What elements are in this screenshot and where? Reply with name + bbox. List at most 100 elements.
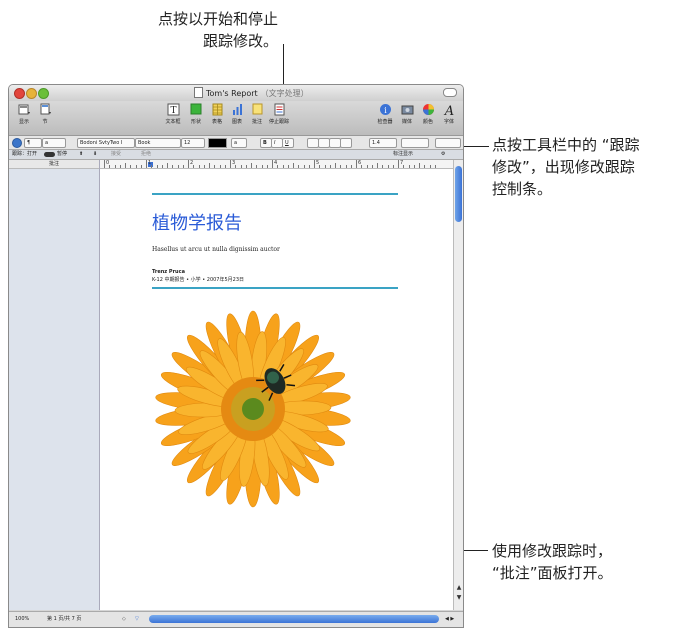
- ruler-tick: [413, 165, 415, 168]
- document-subtitle[interactable]: Hasellus ut arcu ut nulla dignissim auct…: [152, 246, 280, 253]
- ruler-tick: [214, 165, 216, 168]
- ruler-tick: [245, 165, 247, 168]
- fonts-label: 字体: [443, 119, 454, 125]
- minimize-button[interactable]: [26, 88, 37, 99]
- close-button[interactable]: [14, 88, 25, 99]
- ruler-tick: [256, 165, 258, 168]
- ruler-tick: [382, 165, 384, 168]
- callout-line: 点按以开始和停止: [157, 10, 278, 28]
- document-title[interactable]: 植物学报告: [152, 209, 242, 235]
- ruler-tick: [224, 165, 226, 168]
- ruler-tick: [140, 165, 142, 168]
- ruler-tick: [287, 165, 289, 168]
- ruler-tick: [161, 165, 163, 168]
- track-changes-bar: 跟踪：打开 暂停 ⬆ ⬇ 接受 拒绝 标注显示 ⚙: [9, 150, 463, 160]
- highlight-color-well[interactable]: a: [231, 138, 247, 148]
- reject-change-button[interactable]: 拒绝: [141, 150, 151, 159]
- paragraph-style-popup[interactable]: ¶: [24, 138, 42, 148]
- horizontal-ruler[interactable]: 01234567: [100, 160, 453, 169]
- styles-drawer-button[interactable]: [12, 138, 22, 148]
- zoom-button[interactable]: [38, 88, 49, 99]
- sections-button[interactable]: 节: [33, 103, 57, 125]
- svg-text:T: T: [170, 106, 176, 116]
- ruler-tick: [182, 165, 184, 168]
- document-meta[interactable]: K-12 中期报告 • 小学 • 2007年5月23日: [152, 276, 244, 283]
- text-color-well[interactable]: [208, 138, 227, 148]
- markup-view-popup[interactable]: 标注显示: [393, 150, 413, 159]
- top-rule: [152, 193, 398, 195]
- ruler-tick: [324, 165, 326, 168]
- ruler-tick: [434, 165, 436, 168]
- ruler-tick: [114, 165, 116, 168]
- callout-line: 使用修改跟踪时，: [492, 542, 613, 560]
- ruler-tick: [350, 165, 352, 168]
- bottom-rule: [152, 287, 398, 289]
- font-family-popup[interactable]: Bodoni SvtyTwo I: [77, 138, 135, 148]
- ruler-tick: [261, 165, 263, 168]
- flower-image[interactable]: [153, 309, 353, 509]
- inspector-button[interactable]: i 检查器: [373, 103, 397, 125]
- document-page[interactable]: 植物学报告 Hasellus ut arcu ut nulla dignissi…: [100, 169, 453, 610]
- vertical-scroll-thumb[interactable]: [455, 166, 462, 222]
- underline-button[interactable]: U: [282, 138, 294, 148]
- previous-change-icon[interactable]: ⬆: [79, 150, 83, 159]
- callout-line: 点按工具栏中的 “跟踪: [492, 136, 640, 154]
- callout-line: 跟踪修改。: [202, 32, 278, 50]
- format-bar: ¶ a Bodoni SvtyTwo I Book 12 a B I U 1.4: [9, 136, 463, 150]
- ruler-tick: [403, 165, 405, 168]
- textbox-label: 文本框: [165, 119, 181, 125]
- columns-popup[interactable]: [401, 138, 429, 148]
- ruler-tick: [424, 165, 426, 168]
- scroll-down-arrow-icon[interactable]: ▼: [454, 594, 463, 602]
- ruler-tick: [188, 160, 189, 168]
- svg-text:i: i: [384, 106, 387, 115]
- ruler-tick: [319, 165, 321, 168]
- gear-icon[interactable]: ⚙: [441, 150, 445, 159]
- color-wheel-icon: [422, 104, 434, 115]
- scroll-right-arrow-icon[interactable]: ◀ ▶: [445, 612, 454, 626]
- toolbar-toggle-button[interactable]: [443, 88, 457, 97]
- ruler-tick: [203, 165, 205, 168]
- comments-pane-header: 批注: [9, 160, 99, 169]
- font-style-popup[interactable]: Book: [135, 138, 181, 148]
- scroll-left-arrow-icon[interactable]: ▽: [135, 612, 139, 626]
- info-icon: i: [379, 104, 391, 115]
- track-changes-icon: [274, 103, 284, 116]
- ruler-tick: [240, 165, 242, 168]
- next-change-icon[interactable]: ⬇: [93, 150, 97, 159]
- document-icon: [194, 87, 203, 98]
- ruler-tick: [251, 163, 252, 168]
- document-author[interactable]: Trenz Pruca: [152, 269, 185, 275]
- horizontal-scroll-thumb[interactable]: [149, 615, 439, 623]
- justify-button[interactable]: [340, 138, 352, 148]
- comments-button[interactable]: 批注: [245, 103, 269, 125]
- textbox-button[interactable]: T 文本框: [161, 103, 185, 125]
- fonts-icon: A: [443, 104, 453, 116]
- ruler-tick: [235, 165, 237, 168]
- page-thumbnail-icon[interactable]: ◇: [122, 612, 126, 626]
- ruler-tick: [193, 165, 195, 168]
- scroll-up-arrow-icon[interactable]: ▲: [454, 584, 463, 592]
- ruler-tick: [398, 160, 399, 168]
- ruler-tick: [371, 165, 373, 168]
- ruler-tick: [198, 165, 200, 168]
- title-bar: Tom's Report （文字处理）: [9, 85, 463, 101]
- ruler-tick: [392, 165, 394, 168]
- comments-label: 批注: [251, 119, 262, 125]
- ruler-tick: [272, 160, 273, 168]
- zoom-popup[interactable]: 100%: [15, 612, 29, 626]
- font-size-field[interactable]: 12: [181, 138, 205, 148]
- character-style-popup[interactable]: a: [42, 138, 66, 148]
- stop-tracking-button[interactable]: 停止跟踪: [267, 103, 291, 125]
- status-bar: 100% 第 1 页/共 7 页 ◇ ▽ ◀ ▶: [9, 611, 463, 627]
- pause-tracking-toggle[interactable]: [44, 152, 55, 157]
- fonts-button[interactable]: A 字体: [437, 103, 461, 125]
- window-title-text: Tom's Report: [206, 89, 258, 98]
- line-spacing-popup[interactable]: 1.4: [369, 138, 397, 148]
- list-style-popup[interactable]: [435, 138, 461, 148]
- vertical-scrollbar[interactable]: ▲ ▼: [453, 160, 463, 610]
- comments-pane: 批注: [9, 160, 100, 610]
- ruler-tick: [308, 165, 310, 168]
- accept-change-button[interactable]: 接受: [111, 150, 121, 159]
- callout-line: 控制条。: [492, 180, 553, 198]
